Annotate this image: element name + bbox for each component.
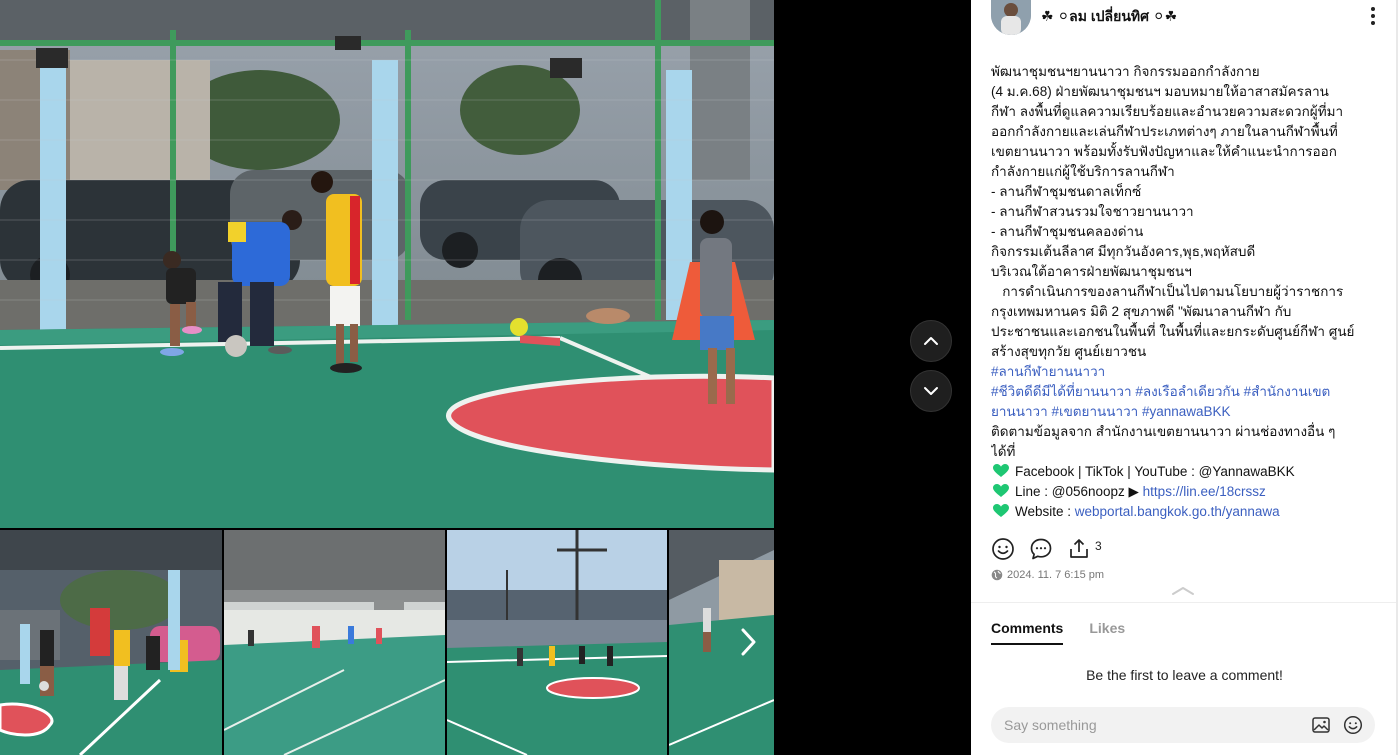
heart-icon bbox=[993, 464, 1009, 477]
share-button[interactable] bbox=[1067, 537, 1091, 561]
post-text-line: เขตยานนาวา พร้อมทั้งรับฟังปัญหาและให้คำแ… bbox=[991, 144, 1337, 159]
media-area bbox=[0, 0, 774, 755]
emoji-icon bbox=[1343, 715, 1363, 735]
post-text-line: ประชาชนและเอกชนในพื้นที่ ในพื้นที่และยกร… bbox=[991, 324, 1355, 339]
hashtag-link[interactable]: #ชีวิตดีดีมีได้ที่ยานนาวา #ลงเรือลำเดียว… bbox=[991, 382, 1383, 402]
chevron-up-icon bbox=[1172, 587, 1194, 595]
avatar-image bbox=[991, 0, 1031, 35]
comment-icon bbox=[1030, 538, 1052, 560]
post-text-line: กรุงเทพมหานคร มิติ 2 สุขภาพดี "พัฒนาลานก… bbox=[991, 304, 1292, 319]
post-text-line: - ลานกีฬาชุมชนดาลเท็กซ์ bbox=[991, 184, 1142, 199]
line-contact-line: Line : @056noopz ▶ https://lin.ee/18crss… bbox=[991, 482, 1383, 502]
thumbnail-2-image bbox=[224, 530, 445, 755]
empty-comments-message: Be the first to leave a comment! bbox=[1086, 667, 1283, 683]
author-name[interactable]: ☘ ⚪ลม เปลี่ยนทิศ ⚪☘ bbox=[1041, 6, 1177, 28]
share-count: 3 bbox=[1095, 539, 1102, 553]
emoji-button[interactable] bbox=[1343, 715, 1363, 735]
post-detail-panel: ☘ ⚪ลม เปลี่ยนทิศ ⚪☘ พัฒนาชุมชนฯยานนาวา ก… bbox=[971, 0, 1398, 755]
comment-button[interactable] bbox=[1029, 537, 1053, 561]
line-label: Line : @056noopz ▶ bbox=[1015, 484, 1143, 499]
post-text-line: ติดตามข้อมูลจาก สำนักงานเขตยานนาวา ผ่านช… bbox=[991, 424, 1336, 439]
timestamp-text: 2024. 11. 7 6:15 pm bbox=[1007, 569, 1105, 581]
post-header: ☘ ⚪ลม เปลี่ยนทิศ ⚪☘ bbox=[971, 0, 1398, 52]
smile-icon bbox=[992, 538, 1014, 560]
next-photo-button[interactable] bbox=[734, 620, 762, 664]
post-viewer: ☘ ⚪ลม เปลี่ยนทิศ ⚪☘ พัฒนาชุมชนฯยานนาวา ก… bbox=[0, 0, 1398, 755]
post-text-line: สร้างสุขทุกวัย ศูนย์เยาวชน bbox=[991, 344, 1147, 359]
attach-photo-button[interactable] bbox=[1311, 715, 1331, 735]
collapse-button[interactable] bbox=[1171, 584, 1195, 596]
globe-icon bbox=[991, 569, 1003, 581]
tab-comments[interactable]: Comments bbox=[991, 620, 1064, 645]
comment-composer bbox=[991, 707, 1375, 743]
post-text-line: กีฬา ลงพื้นที่ดูแลความเรียบร้อยและอำนวยค… bbox=[991, 104, 1344, 119]
comment-tabs: Comments Likes bbox=[991, 620, 1151, 645]
comment-input[interactable] bbox=[991, 707, 1291, 743]
heart-icon bbox=[993, 504, 1009, 517]
image-icon bbox=[1312, 717, 1330, 733]
post-text-line: การดำเนินการของลานกีฬาเป็นไปตามนโยบายผู้… bbox=[991, 284, 1344, 299]
post-text-line: ได้ที่ bbox=[991, 444, 1016, 459]
thumbnail-2[interactable] bbox=[224, 530, 445, 755]
post-text-line: พัฒนาชุมชนฯยานนาวา กิจกรรมออกกำลังกาย bbox=[991, 64, 1260, 79]
avatar[interactable] bbox=[991, 0, 1031, 35]
chevron-up-icon bbox=[924, 337, 938, 345]
post-text-line: บริเวณใต้อาคารฝ่ายพัฒนาชุมชนฯ bbox=[991, 264, 1192, 279]
post-text-line: ออกกำลังกายและเล่นกีฬาประเภทต่างๆ ภายในล… bbox=[991, 124, 1338, 139]
post-text-line: - ลานกีฬาชุมชนคลองด่าน bbox=[991, 224, 1144, 239]
hashtag-link[interactable]: ยานนาวา #เขตยานนาวา #yannawaBKK bbox=[991, 402, 1383, 422]
post-text-line: กิจกรรมเต้นลีลาศ มีทุกวันอังคาร,พุธ,พฤหั… bbox=[991, 244, 1256, 259]
post-actions: 3 bbox=[991, 536, 1102, 562]
thumbnail-1[interactable] bbox=[0, 530, 222, 755]
post-text-line: - ลานกีฬาสวนรวมใจชาวยานนาวา bbox=[991, 204, 1194, 219]
line-url-link[interactable]: https://lin.ee/18crssz bbox=[1143, 484, 1266, 499]
previous-post-button[interactable] bbox=[910, 320, 952, 362]
post-timestamp: 2024. 11. 7 6:15 pm bbox=[991, 569, 1104, 581]
website-url-link[interactable]: webportal.bangkok.go.th/yannawa bbox=[1075, 504, 1280, 519]
thumbnail-1-image bbox=[0, 530, 222, 755]
chevron-right-icon bbox=[741, 628, 756, 656]
website-label: Website : bbox=[1015, 504, 1075, 519]
post-text-line: กำลังกายแก่ผู้ใช้บริการลานกีฬา bbox=[991, 164, 1175, 179]
more-vertical-icon bbox=[1371, 7, 1375, 25]
post-body: พัฒนาชุมชนฯยานนาวา กิจกรรมออกกำลังกาย (4… bbox=[991, 62, 1383, 522]
hashtag-link[interactable]: #ลานกีฬายานนาวา bbox=[991, 362, 1383, 382]
website-line: Website : webportal.bangkok.go.th/yannaw… bbox=[991, 502, 1383, 522]
social-label: Facebook | TikTok | YouTube : @YannawaBK… bbox=[1015, 464, 1295, 479]
thumbnail-3[interactable] bbox=[447, 530, 667, 755]
tab-likes[interactable]: Likes bbox=[1089, 620, 1125, 645]
social-line: Facebook | TikTok | YouTube : @YannawaBK… bbox=[991, 462, 1383, 482]
main-photo[interactable] bbox=[0, 0, 774, 528]
share-icon bbox=[1070, 539, 1088, 558]
next-post-button[interactable] bbox=[910, 370, 952, 412]
react-button[interactable] bbox=[991, 537, 1015, 561]
more-options-button[interactable] bbox=[1361, 4, 1385, 28]
divider bbox=[971, 602, 1398, 603]
post-text-line: (4 ม.ค.68) ฝ่ายพัฒนาชุมชนฯ มอบหมายให้อาส… bbox=[991, 84, 1329, 99]
chevron-down-icon bbox=[924, 387, 938, 395]
heart-icon bbox=[993, 484, 1009, 497]
thumbnail-strip bbox=[0, 530, 774, 755]
main-photo-image bbox=[0, 0, 774, 528]
thumbnail-3-image bbox=[447, 530, 667, 755]
